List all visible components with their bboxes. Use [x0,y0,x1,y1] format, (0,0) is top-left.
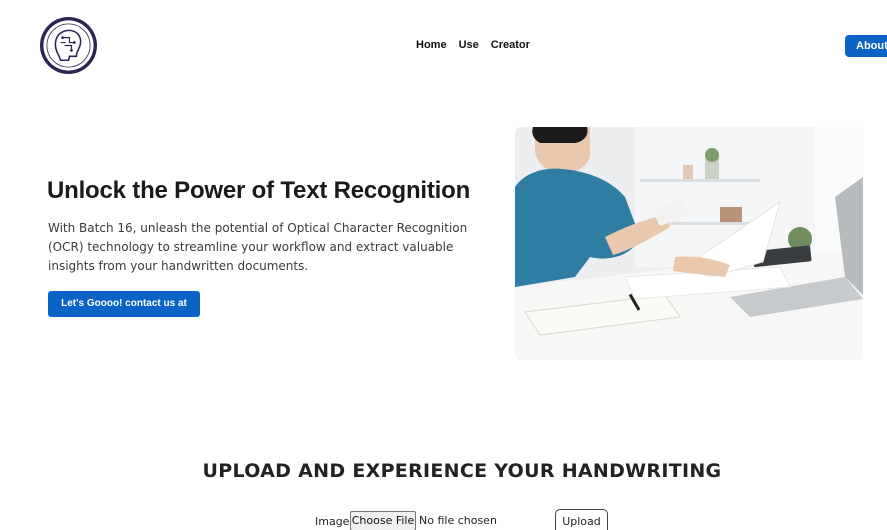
upload-button[interactable]: Upload [555,509,608,530]
nav-creator-link[interactable]: Creator [491,39,530,51]
contact-cta-button[interactable]: Let's Goooo! contact us at [48,291,200,317]
file-status-text: No file chosen [419,514,497,527]
logo-icon[interactable] [39,16,98,75]
page: Home Use Creator About Unlock the Power … [0,0,887,530]
hero-photo [515,127,863,360]
hero-title: Unlock the Power of Text Recognition [47,177,471,204]
main-nav: Home Use Creator [416,39,542,51]
choose-file-button[interactable]: Choose File [350,511,416,530]
nav-use-link[interactable]: Use [459,39,479,51]
upload-section-title: UPLOAD AND EXPERIENCE YOUR HANDWRITING [202,460,722,482]
about-button[interactable]: About [845,35,887,57]
hero-description: With Batch 16, unleash the potential of … [48,221,468,273]
image-label: Image: [315,515,354,528]
nav-home-link[interactable]: Home [416,39,447,51]
